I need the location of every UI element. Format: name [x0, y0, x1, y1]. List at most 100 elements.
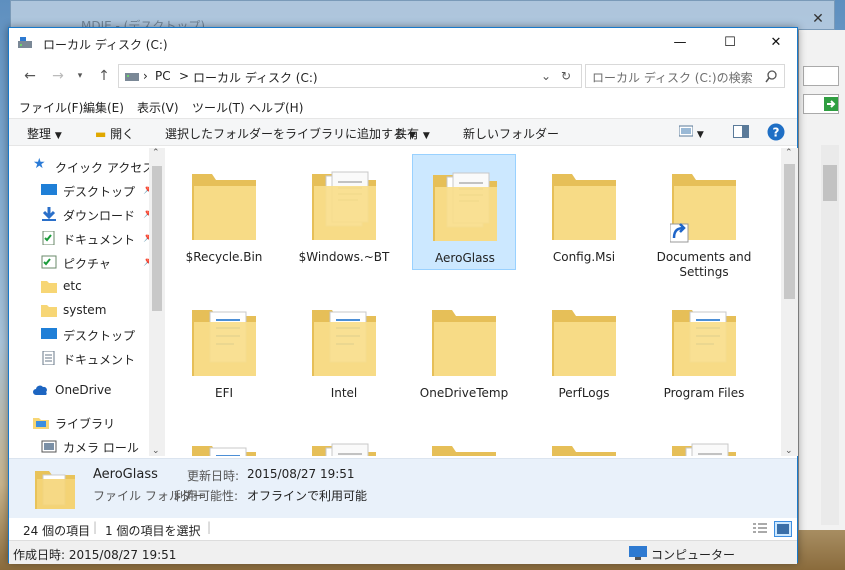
- refresh-icon[interactable]: ↻: [561, 69, 571, 83]
- search-placeholder: ローカル ディスク (C:)の検索: [592, 71, 753, 85]
- title-bar[interactable]: ローカル ディスク (C:) — ☐ ✕: [9, 28, 797, 58]
- picture-icon: [41, 255, 57, 269]
- organize-label: 整理: [27, 127, 52, 141]
- forward-arrow-icon[interactable]: →: [47, 64, 69, 88]
- scroll-down-icon[interactable]: ⌄: [785, 446, 793, 456]
- up-arrow-icon[interactable]: ↑: [93, 64, 115, 88]
- preview-pane-button[interactable]: [733, 125, 749, 141]
- go-arrow-icon: [824, 97, 838, 111]
- item-count: 24 個の項目: [23, 524, 91, 538]
- file-name: Documents and Settings: [656, 250, 752, 279]
- search-box[interactable]: ローカル ディスク (C:)の検索: [585, 64, 785, 88]
- folder-icon: [432, 310, 496, 376]
- menu-file[interactable]: ファイル(F): [19, 99, 83, 116]
- menu-edit[interactable]: 編集(E): [83, 99, 124, 116]
- background-close-icon[interactable]: ✕: [804, 11, 832, 31]
- menu-view[interactable]: 表示(V): [137, 99, 179, 116]
- file-tile[interactable]: [532, 426, 636, 456]
- file-name: OneDriveTemp: [419, 386, 509, 400]
- folder-icon: [670, 174, 736, 243]
- nav-label: ドキュメント: [63, 233, 136, 247]
- file-tile[interactable]: Documents and Settings: [652, 154, 756, 279]
- details-name: AeroGlass: [93, 467, 158, 482]
- content-scrollbar-thumb[interactable]: [784, 164, 795, 299]
- file-tile[interactable]: Intel: [292, 290, 396, 406]
- add-to-library-label: 選択したフォルダーをライブラリに追加する: [165, 127, 406, 141]
- file-tile[interactable]: PerfLogs: [532, 290, 636, 406]
- back-arrow-icon[interactable]: ←: [19, 64, 41, 88]
- folder-icon: [312, 171, 376, 240]
- recent-chevron-icon[interactable]: ▾: [69, 64, 91, 88]
- file-tile[interactable]: EFI: [172, 290, 276, 406]
- address-bar[interactable]: › PC > ローカル ディスク (C:) ⌄ ↻: [118, 64, 582, 88]
- new-folder-button[interactable]: 新しいフォルダー: [463, 125, 559, 142]
- help-icon: ?: [767, 123, 785, 141]
- file-tile[interactable]: [412, 426, 516, 456]
- background-button[interactable]: [803, 66, 839, 86]
- desktop-icon: [41, 184, 57, 195]
- folder-icon: [312, 443, 376, 456]
- file-list: $Recycle.Bin $Windows.~BT AeroGlass Config.…: [166, 148, 781, 456]
- view-options-button[interactable]: ▼: [678, 125, 704, 140]
- breadcrumb-local-disk[interactable]: ローカル ディスク (C:): [193, 69, 318, 86]
- cloud-icon: [33, 385, 47, 395]
- file-tile[interactable]: [292, 426, 396, 456]
- background-scrollbar-thumb[interactable]: [823, 165, 837, 201]
- details-modified-label: 更新日時:: [187, 469, 240, 483]
- nav-scrollbar[interactable]: ⌃ ⌄: [149, 148, 165, 456]
- background-scrollbar[interactable]: [821, 145, 839, 525]
- file-tile[interactable]: Program Files: [652, 290, 756, 406]
- add-to-library-button[interactable]: 選択したフォルダーをライブラリに追加する ▼: [165, 125, 416, 142]
- preview-pane-icon: [733, 125, 749, 138]
- breadcrumb-pc[interactable]: PC: [155, 69, 171, 83]
- scroll-up-icon[interactable]: ⌃: [785, 148, 793, 158]
- camera-roll-icon: [41, 440, 57, 453]
- desktop-icon: [41, 328, 57, 339]
- file-name: $Windows.~BT: [298, 250, 390, 264]
- menu-bar: ファイル(F) 編集(E) 表示(V) ツール(T) ヘルプ(H): [9, 96, 797, 118]
- background-go-button[interactable]: [803, 94, 839, 114]
- content-scrollbar[interactable]: ⌃ ⌄: [781, 148, 798, 456]
- share-label: 共有: [395, 127, 420, 141]
- file-name: $Recycle.Bin: [185, 250, 263, 264]
- details-availability-label: 利用可能性:: [174, 489, 239, 503]
- nav-label: ダウンロード: [63, 209, 136, 223]
- download-icon: [42, 207, 56, 221]
- nav-label: ドキュメント: [63, 353, 136, 367]
- maximize-button[interactable]: ☐: [707, 28, 753, 58]
- help-button[interactable]: ?: [767, 123, 785, 144]
- file-tile[interactable]: $Windows.~BT: [292, 154, 396, 270]
- nav-label: クイック アクセス: [55, 161, 155, 175]
- share-button[interactable]: 共有 ▼: [395, 125, 430, 142]
- organize-button[interactable]: 整理 ▼: [27, 125, 62, 142]
- menu-help[interactable]: ヘルプ(H): [249, 99, 303, 116]
- navigation-pane: ★ クイック アクセス デスクトップ📌 ダウンロード📌 ドキュメント📌 ピクチャ…: [9, 148, 165, 456]
- folder-icon: [672, 310, 736, 376]
- large-icons-view-icon[interactable]: [774, 521, 792, 537]
- nav-scrollbar-thumb[interactable]: [152, 166, 162, 311]
- location-info: コンピューター: [651, 548, 736, 562]
- minimize-button[interactable]: —: [657, 28, 703, 58]
- nav-label: デスクトップ: [63, 329, 136, 343]
- background-window-right: [798, 30, 845, 530]
- details-pane: AeroGlass ファイル フォルダー 更新日時: 2015/08/27 19…: [9, 458, 797, 518]
- open-button[interactable]: ▬ 開く: [95, 125, 134, 142]
- file-tile[interactable]: AeroGlass: [412, 154, 516, 270]
- folder-icon: [552, 174, 616, 240]
- status-bar: 24 個の項目 | 1 個の項目を選択 |: [9, 518, 797, 540]
- file-tile[interactable]: [652, 426, 756, 456]
- menu-tools[interactable]: ツール(T): [192, 99, 245, 116]
- details-view-icon[interactable]: [752, 522, 768, 536]
- file-tile[interactable]: [172, 426, 276, 456]
- folder-icon: [192, 310, 256, 376]
- address-dropdown-icon[interactable]: ⌄: [541, 69, 551, 83]
- scroll-down-icon[interactable]: ⌄: [152, 446, 160, 456]
- explorer-window: ローカル ディスク (C:) — ☐ ✕ ← → ▾ ↑ › PC > ローカル…: [8, 27, 798, 564]
- breadcrumb-separator: ›: [143, 69, 148, 83]
- scroll-up-icon[interactable]: ⌃: [152, 148, 160, 158]
- file-tile[interactable]: OneDriveTemp: [412, 290, 516, 406]
- close-button[interactable]: ✕: [753, 28, 799, 58]
- selected-count: 1 個の項目を選択: [105, 524, 201, 538]
- file-tile[interactable]: Config.Msi: [532, 154, 636, 270]
- file-tile[interactable]: $Recycle.Bin: [172, 154, 276, 270]
